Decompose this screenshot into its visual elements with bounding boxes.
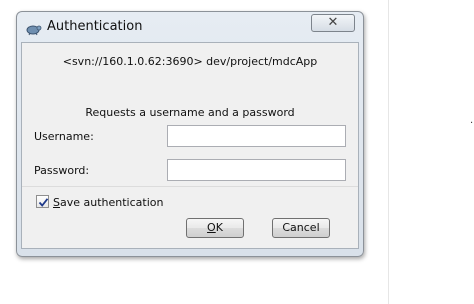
close-button[interactable]: ✕ bbox=[311, 14, 355, 32]
checkmark-icon bbox=[38, 198, 49, 207]
save-authentication-text: ave authentication bbox=[59, 196, 164, 209]
title-bar[interactable]: Authentication ✕ bbox=[17, 12, 363, 42]
dialog-content: <svn://160.1.0.62:3690> dev/project/mdcA… bbox=[21, 42, 359, 249]
save-authentication-checkbox[interactable] bbox=[36, 195, 49, 208]
ok-mnemonic: O bbox=[207, 221, 216, 234]
auth-prompt: Requests a username and a password bbox=[85, 106, 295, 119]
background-window-edge bbox=[388, 0, 474, 304]
close-icon: ✕ bbox=[327, 15, 339, 30]
separator bbox=[22, 186, 358, 187]
tortoise-icon bbox=[26, 22, 42, 36]
username-label: Username: bbox=[34, 130, 94, 143]
ok-button[interactable]: OK bbox=[186, 218, 244, 238]
background-text-mark: · bbox=[470, 118, 474, 129]
save-authentication-mnemonic: S bbox=[53, 196, 60, 209]
dialog-title: Authentication bbox=[47, 19, 143, 34]
password-label: Password: bbox=[34, 164, 90, 177]
ok-text: K bbox=[215, 221, 223, 234]
authentication-dialog: Authentication ✕ <svn://160.1.0.62:3690>… bbox=[16, 11, 364, 257]
repository-realm: <svn://160.1.0.62:3690> dev/project/mdcA… bbox=[62, 55, 318, 68]
save-authentication-label[interactable]: Save authentication bbox=[53, 196, 163, 209]
cancel-button[interactable]: Cancel bbox=[272, 218, 330, 238]
username-field[interactable] bbox=[167, 125, 346, 147]
password-field[interactable] bbox=[167, 159, 346, 181]
